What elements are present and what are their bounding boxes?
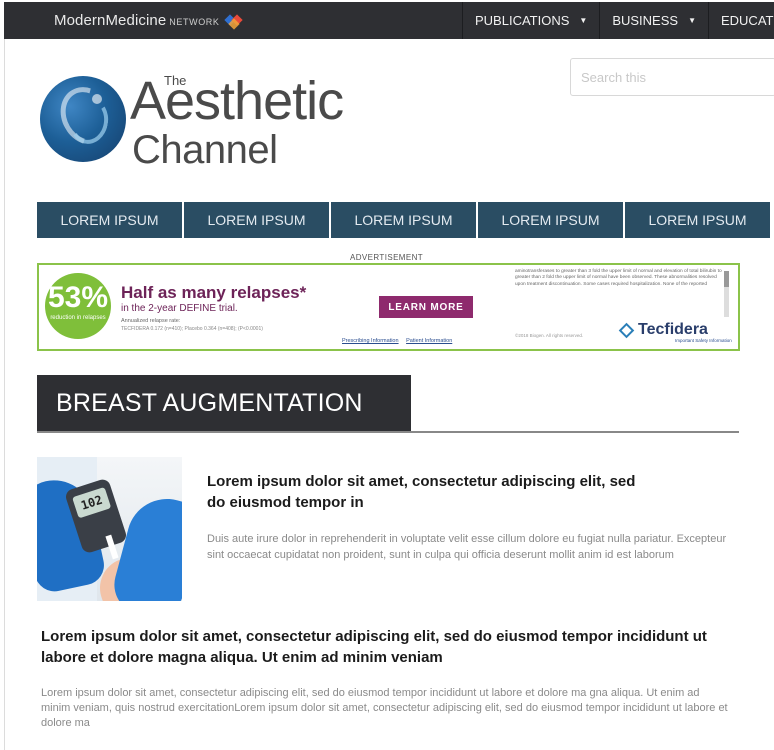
network-bar: ModernMedicine NETWORK PUBLICATIONS ▼ BU… xyxy=(4,2,774,39)
site-logo-icon[interactable] xyxy=(40,76,126,162)
nav-education-label: EDUCATION xyxy=(720,13,774,28)
main-nav-item[interactable]: LOREM IPSUM xyxy=(184,202,329,238)
section-title: BREAST AUGMENTATION xyxy=(37,375,411,432)
main-nav-item[interactable]: LOREM IPSUM xyxy=(37,202,182,238)
network-logo-text: ModernMedicine xyxy=(54,12,167,29)
ad-percent-badge: 53% reduction in relapses xyxy=(45,273,111,339)
advertisement-banner[interactable]: 53% reduction in relapses Half as many r… xyxy=(37,263,740,351)
page-edge-line xyxy=(4,39,5,750)
nav-education[interactable]: EDUCATION xyxy=(707,2,774,39)
meter-reading: 102 xyxy=(72,486,112,519)
featured-article-image[interactable]: 102 xyxy=(37,457,182,601)
chevron-down-icon: ▼ xyxy=(579,16,588,25)
ad-brand: Tecfidera xyxy=(618,321,708,339)
ad-percent-caption: reduction in relapses xyxy=(50,315,106,321)
advertisement-label: ADVERTISEMENT xyxy=(350,253,424,262)
network-logo[interactable]: ModernMedicine NETWORK xyxy=(54,12,244,30)
ad-scroll-thumb[interactable] xyxy=(724,271,729,287)
featured-article-excerpt: Duis aute irure dolor in reprehenderit i… xyxy=(207,533,727,561)
site-logo-line1[interactable]: Aesthetic xyxy=(130,74,344,128)
logo-dot xyxy=(92,94,102,104)
main-nav-item[interactable]: LOREM IPSUM xyxy=(625,202,770,238)
section-divider xyxy=(37,431,739,433)
nav-business-label: BUSINESS xyxy=(612,13,679,28)
ad-safety-link[interactable]: Important Safety Information xyxy=(675,338,732,343)
ad-headline: Half as many relapses* xyxy=(121,283,307,302)
ad-brand-name: Tecfidera xyxy=(638,321,708,338)
ad-scrollbar[interactable] xyxy=(724,271,729,317)
network-logo-suffix: NETWORK xyxy=(169,16,220,27)
ad-learn-more-button[interactable]: LEARN MORE xyxy=(379,296,473,318)
ad-percent: 53% xyxy=(47,281,109,314)
featured-article-title[interactable]: Lorem ipsum dolor sit amet, consectetur … xyxy=(207,471,657,513)
search-box xyxy=(570,58,774,96)
ad-safety-text: aminotransferases to greater than 3 fold… xyxy=(515,269,722,287)
main-nav-item[interactable]: LOREM IPSUM xyxy=(478,202,623,238)
ad-subhead: in the 2-year DEFINE trial. xyxy=(121,303,238,314)
search-input[interactable] xyxy=(571,59,774,95)
network-nav: PUBLICATIONS ▼ BUSINESS ▼ EDUCATION xyxy=(462,2,774,39)
article-title[interactable]: Lorem ipsum dolor sit amet, consectetur … xyxy=(41,626,741,668)
site-logo-line2[interactable]: Channel xyxy=(132,130,278,170)
ad-prescribing-link[interactable]: Prescribing Information xyxy=(342,338,399,344)
brand-diamond-icon xyxy=(618,322,635,338)
ad-fine-print: Annualized relapse rate: xyxy=(121,318,181,324)
nav-business[interactable]: BUSINESS ▼ xyxy=(599,2,708,39)
ad-links: Prescribing Information Patient Informat… xyxy=(342,338,458,344)
ad-fine-print-2: TECFIDERA 0.172 (n=410); Placebo 0.364 (… xyxy=(121,326,263,332)
ad-copyright: ©2018 Biogen. All rights reserved. xyxy=(515,333,584,338)
nav-publications[interactable]: PUBLICATIONS ▼ xyxy=(462,2,599,39)
main-nav: LOREM IPSUM LOREM IPSUM LOREM IPSUM LORE… xyxy=(37,202,774,238)
nav-publications-label: PUBLICATIONS xyxy=(475,13,570,28)
ad-patient-info-link[interactable]: Patient Information xyxy=(406,338,452,344)
article-excerpt: Lorem ipsum dolor sit amet, consectetur … xyxy=(41,687,728,729)
network-logo-icon xyxy=(223,13,244,30)
main-nav-item[interactable]: LOREM IPSUM xyxy=(331,202,476,238)
chevron-down-icon: ▼ xyxy=(688,16,696,25)
